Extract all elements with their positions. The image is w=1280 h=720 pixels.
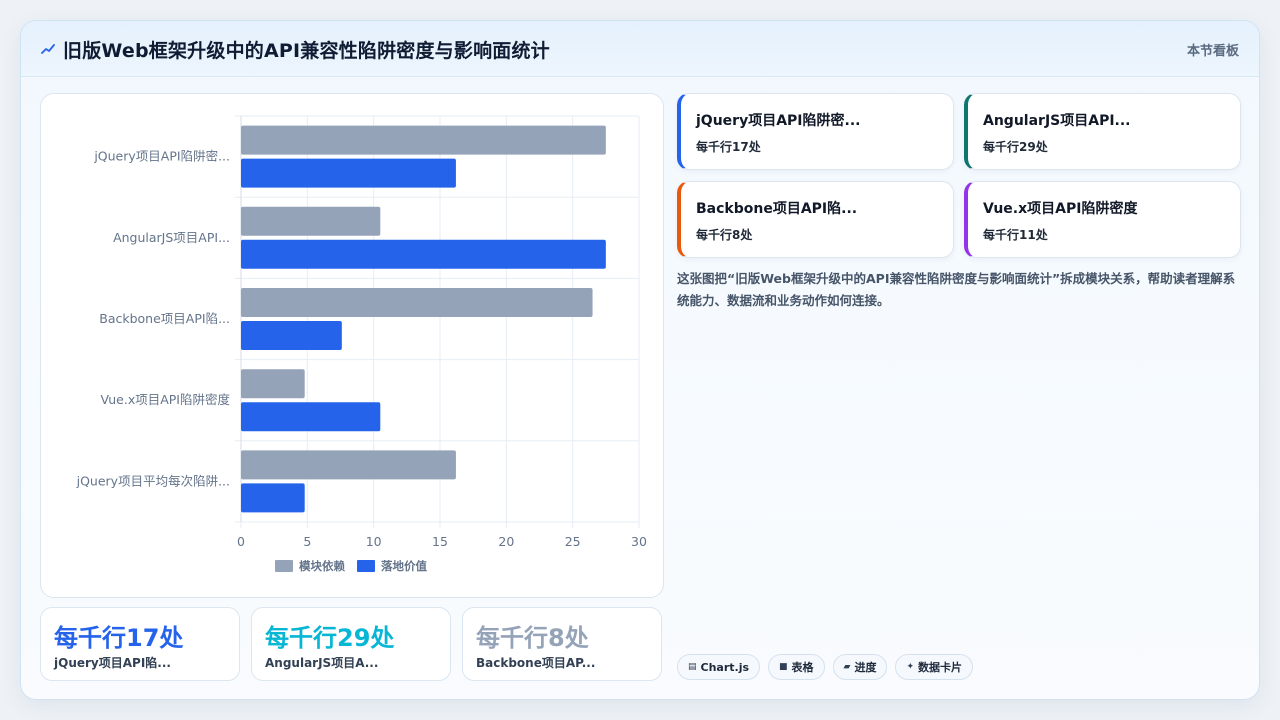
y-tick-label: AngularJS项目API... xyxy=(113,230,230,245)
progress-icon: ▰ xyxy=(843,662,851,672)
legend-swatch xyxy=(275,560,293,572)
bar-module-dependency xyxy=(241,450,456,480)
y-tick-label: jQuery项目API陷阱密... xyxy=(93,149,230,164)
stat-value: 每千行29处 xyxy=(265,624,395,652)
card-subtitle: 每千行11处 xyxy=(983,228,1048,242)
tag-chartjs[interactable]: ▤ Chart.js xyxy=(677,654,761,680)
stat-value: 每千行8处 xyxy=(476,624,589,652)
stat-value: 每千行17处 xyxy=(54,624,184,652)
bar-chart: jQuery项目API陷阱密... AngularJS项目API... Backbo… xyxy=(76,115,647,573)
info-card-3[interactable]: Backbone项目API陷... 每千行8处 xyxy=(677,181,954,258)
bar-landing-value xyxy=(241,158,456,188)
card-title: jQuery项目API陷阱密... xyxy=(696,113,861,129)
table-icon: ■ xyxy=(779,662,788,672)
tag-label: Chart.js xyxy=(700,660,750,674)
card-subtitle: 每千行29处 xyxy=(983,140,1048,154)
stat-card-2: 每千行29处 AngularJS项目A... xyxy=(251,607,451,681)
stat-card-3: 每千行8处 Backbone项目AP... xyxy=(462,607,662,681)
x-tick-label: 10 xyxy=(366,534,382,549)
y-tick-label: Vue.x项目API陷阱密度 xyxy=(101,392,231,407)
info-card-1[interactable]: jQuery项目API陷阱密... 每千行17处 xyxy=(677,93,954,170)
bar-landing-value xyxy=(241,402,381,432)
x-tick-label: 0 xyxy=(237,534,245,549)
info-card-2[interactable]: AngularJS项目API... 每千行29处 xyxy=(964,93,1241,170)
dashboard-frame: 旧版Web框架升级中的API兼容性陷阱密度与影响面统计 本节看板 jQuery项… xyxy=(20,20,1260,700)
x-tick-label: 30 xyxy=(631,534,647,549)
chart-icon: ▤ xyxy=(688,662,697,672)
tag-table[interactable]: ■ 表格 xyxy=(768,654,825,680)
sparkle-icon: ✦ xyxy=(906,662,915,672)
stat-label: jQuery项目API陷... xyxy=(54,656,171,670)
tag-list: ▤ Chart.js ■ 表格 ▰ 进度 ✦ 数据卡片 xyxy=(677,654,974,680)
tag-label: 数据卡片 xyxy=(918,661,963,674)
bar-module-dependency xyxy=(241,125,606,155)
tag-data-card[interactable]: ✦ 数据卡片 xyxy=(895,654,974,680)
legend-label: 模块依赖 xyxy=(299,559,345,573)
bar-module-dependency xyxy=(241,206,381,236)
tag-progress[interactable]: ▰ 进度 xyxy=(832,654,888,680)
x-tick-label: 25 xyxy=(565,534,581,549)
card-title: Backbone项目API陷... xyxy=(696,201,858,217)
legend-swatch xyxy=(357,560,375,572)
trend-icon xyxy=(41,44,55,54)
bar-landing-value xyxy=(241,321,342,350)
x-tick-label: 15 xyxy=(432,534,448,549)
y-tick-label: jQuery项目平均每次陷阱... xyxy=(76,473,230,488)
card-title: Vue.x项目API陷阱密度 xyxy=(983,201,1138,217)
bar-landing-value xyxy=(241,483,305,513)
bar-module-dependency xyxy=(241,288,593,317)
stat-label: AngularJS项目A... xyxy=(265,656,379,670)
stat-label: Backbone项目AP... xyxy=(476,656,596,670)
stat-card-1: 每千行17处 jQuery项目API陷... xyxy=(40,607,240,681)
bar-landing-value xyxy=(241,239,606,269)
card-subtitle: 每千行8处 xyxy=(696,228,753,242)
tag-label: 表格 xyxy=(791,661,814,674)
info-card-4[interactable]: Vue.x项目API陷阱密度 每千行11处 xyxy=(964,181,1241,258)
bar-chart-card: jQuery项目API陷阱密... AngularJS项目API... Backbo… xyxy=(40,93,664,598)
page-title: 旧版Web框架升级中的API兼容性陷阱密度与影响面统计 xyxy=(63,40,550,62)
section-board-label: 本节看板 xyxy=(1186,44,1239,59)
legend-label: 落地价值 xyxy=(381,559,427,573)
bar-module-dependency xyxy=(241,369,305,399)
tag-label: 进度 xyxy=(854,661,877,674)
header: 旧版Web框架升级中的API兼容性陷阱密度与影响面统计 本节看板 xyxy=(21,21,1259,77)
card-title: AngularJS项目API... xyxy=(983,113,1131,129)
card-subtitle: 每千行17处 xyxy=(696,140,761,154)
y-tick-label: Backbone项目API陷... xyxy=(99,311,230,326)
x-tick-label: 5 xyxy=(303,534,311,549)
chart-description: 这张图把“旧版Web框架升级中的API兼容性陷阱密度与影响面统计”拆成模块关系，… xyxy=(677,271,1236,308)
x-tick-label: 20 xyxy=(498,534,514,549)
